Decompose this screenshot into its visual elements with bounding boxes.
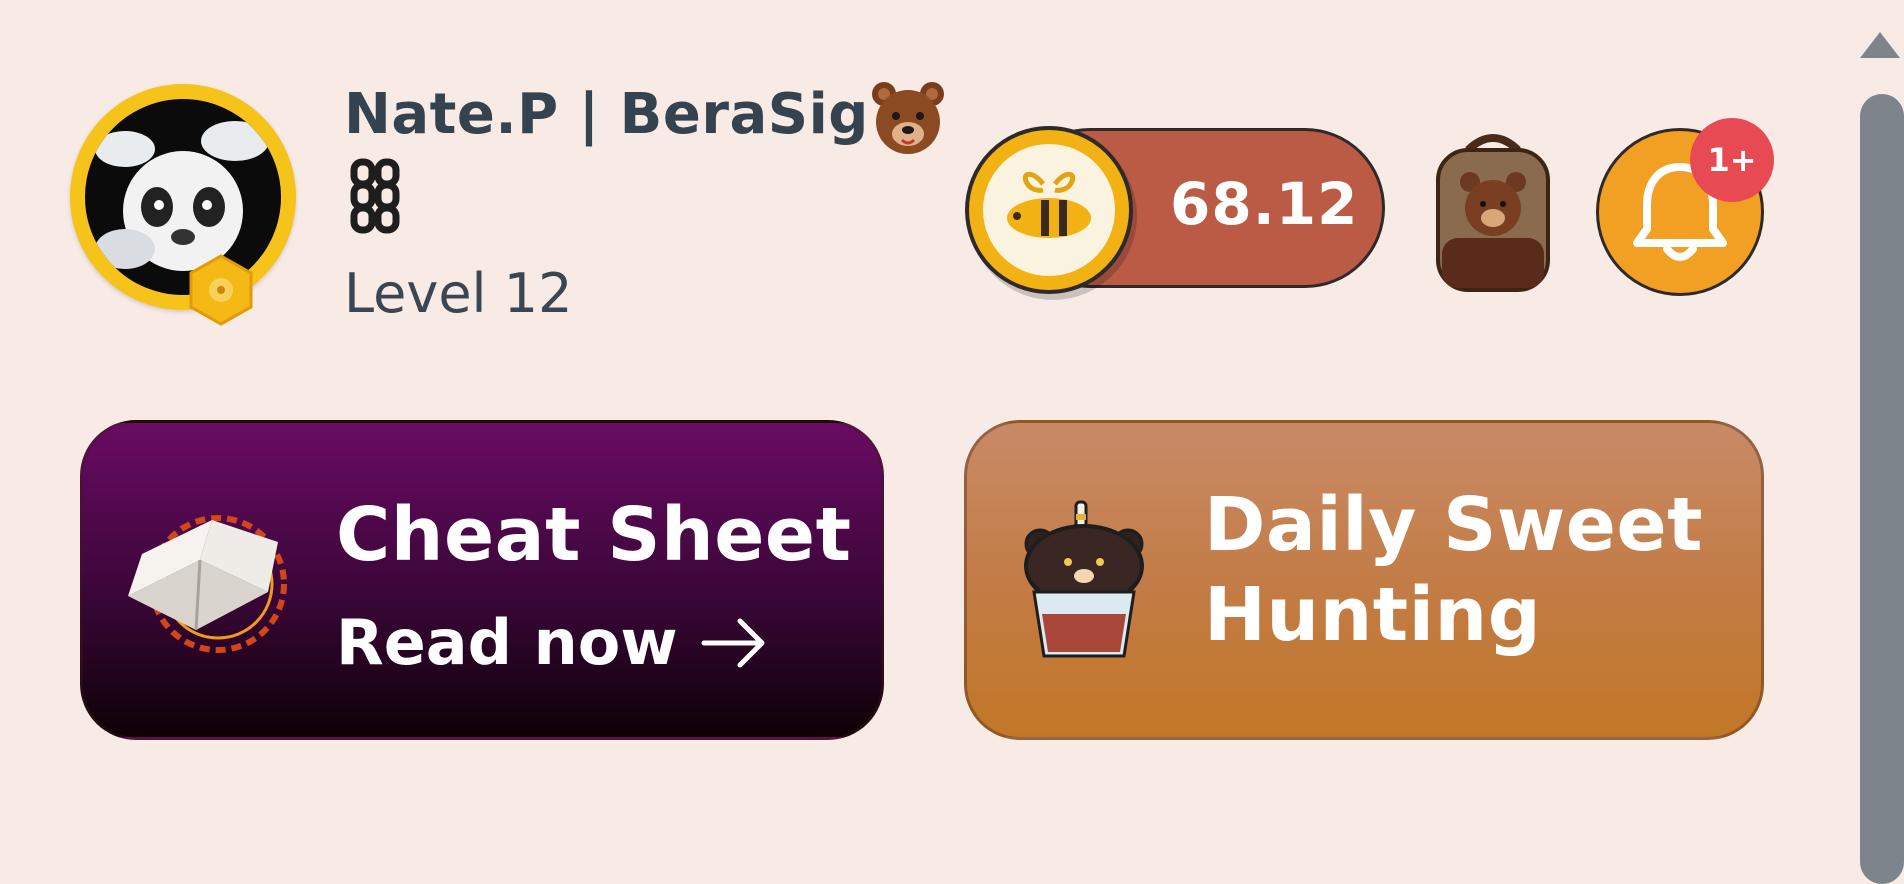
chain-icon bbox=[348, 158, 402, 234]
bear-emoji-icon bbox=[868, 78, 948, 158]
username: Nate.P | BeraSig bbox=[344, 82, 869, 147]
bear-cupcake-icon bbox=[1018, 496, 1150, 662]
book-icon bbox=[118, 500, 298, 660]
arrow-right-icon bbox=[701, 618, 765, 667]
balance-value: 68.12 bbox=[1170, 170, 1359, 238]
level-label: Level 12 bbox=[344, 262, 573, 325]
notification-badge: 1+ bbox=[1690, 118, 1774, 202]
scrollbar-thumb[interactable] bbox=[1860, 94, 1904, 884]
cheat-sheet-title: Cheat Sheet bbox=[336, 492, 852, 578]
coin-face bbox=[983, 144, 1115, 276]
hexagon-level-badge-icon bbox=[188, 254, 254, 326]
bear-backpack-icon[interactable] bbox=[1424, 130, 1562, 294]
honey-coin-icon[interactable] bbox=[965, 126, 1133, 294]
scroll-up-arrow-icon[interactable] bbox=[1856, 28, 1904, 60]
read-now-link[interactable]: Read now bbox=[336, 606, 770, 679]
daily-sweet-hunting-title: Daily Sweet Hunting bbox=[1204, 482, 1704, 659]
read-now-label: Read now bbox=[336, 606, 678, 679]
avatar[interactable] bbox=[70, 84, 296, 310]
